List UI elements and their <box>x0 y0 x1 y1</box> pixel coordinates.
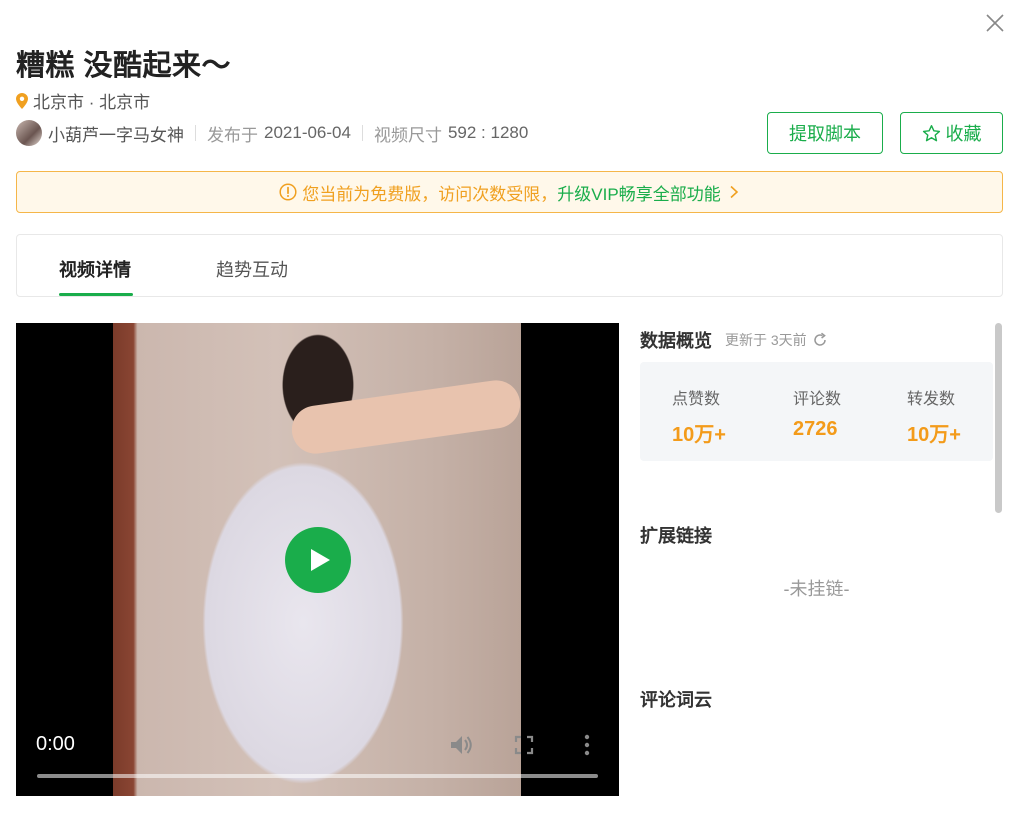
avatar[interactable] <box>16 120 42 146</box>
chevron-right-icon <box>730 185 738 199</box>
favorite-label: 收藏 <box>945 124 982 144</box>
more-vertical-icon <box>584 734 590 756</box>
play-button[interactable] <box>285 527 351 593</box>
location-pin-icon <box>16 92 28 109</box>
update-info: 更新于 3天前 <box>725 330 828 350</box>
fullscreen-button[interactable] <box>510 731 538 759</box>
warning-circle-icon <box>279 183 297 201</box>
stat-likes: 点赞数 10万+ <box>672 385 726 447</box>
video-meta: 小葫芦一字马女神 发布于 2021-06-04 视频尺寸 592 : 1280 <box>16 119 528 147</box>
fullscreen-icon <box>514 735 534 755</box>
video-progress-bar[interactable] <box>37 774 598 778</box>
published-date: 2021-06-04 <box>264 123 351 142</box>
links-empty-state: -未挂链- <box>783 579 850 599</box>
overview-title: 数据概览 <box>640 331 712 351</box>
stat-comments: 评论数 2726 <box>793 385 841 441</box>
more-options-button[interactable] <box>573 731 601 759</box>
stat-value: 2726 <box>793 418 838 440</box>
scrollbar-thumb[interactable] <box>995 323 1002 513</box>
tab-bar: 视频详情 趋势互动 <box>16 234 1003 297</box>
upgrade-notice[interactable]: 您当前为免费版，访问次数受限， 升级VIP畅享全部功能 <box>16 171 1003 213</box>
extract-script-label: 提取脚本 <box>789 124 861 144</box>
video-current-time: 0:00 <box>36 733 75 755</box>
stat-value: 10万+ <box>672 424 726 446</box>
extract-script-button[interactable]: 提取脚本 <box>767 112 883 154</box>
divider <box>195 125 196 141</box>
video-player[interactable]: 0:00 <box>16 323 619 796</box>
stat-shares: 转发数 10万+ <box>907 385 961 447</box>
notice-text: 您当前为免费版，访问次数受限， <box>302 184 558 204</box>
favorite-button[interactable]: 收藏 <box>900 112 1003 154</box>
wordcloud-title: 评论词云 <box>640 690 712 710</box>
active-tab-indicator <box>59 293 133 296</box>
published-label: 发布于 <box>207 125 258 145</box>
volume-icon <box>451 736 472 754</box>
play-icon <box>311 549 330 571</box>
tab-trend-interaction[interactable]: 趋势互动 <box>216 256 288 282</box>
location: 北京市 · 北京市 <box>16 88 150 113</box>
stats-panel: 点赞数 10万+ 评论数 2726 转发数 10万+ <box>640 362 993 461</box>
stat-label: 点赞数 <box>672 391 721 408</box>
page-title: 糟糕 没酷起来～ <box>16 50 232 82</box>
stat-label: 评论数 <box>793 391 842 408</box>
stat-value: 10万+ <box>907 424 961 446</box>
video-frame-detail <box>288 377 524 457</box>
refresh-icon[interactable] <box>812 332 828 348</box>
close-button[interactable] <box>984 12 1006 34</box>
upgrade-vip-link[interactable]: 升级VIP畅享全部功能 <box>557 180 720 205</box>
stat-label: 转发数 <box>907 391 956 408</box>
side-panel-scrollbar[interactable] <box>993 323 1003 816</box>
size-value: 592 : 1280 <box>447 123 529 142</box>
tab-video-details[interactable]: 视频详情 <box>59 256 131 282</box>
updated-text: 更新于 3天前 <box>725 332 807 348</box>
links-title: 扩展链接 <box>640 526 712 546</box>
divider <box>361 125 363 141</box>
volume-button[interactable] <box>447 731 475 759</box>
author-name[interactable]: 小葫芦一字马女神 <box>48 121 184 146</box>
location-text: 北京市 · 北京市 <box>33 93 151 112</box>
star-icon <box>922 124 940 141</box>
size-label: 视频尺寸 <box>373 125 442 145</box>
close-icon <box>986 14 1004 32</box>
